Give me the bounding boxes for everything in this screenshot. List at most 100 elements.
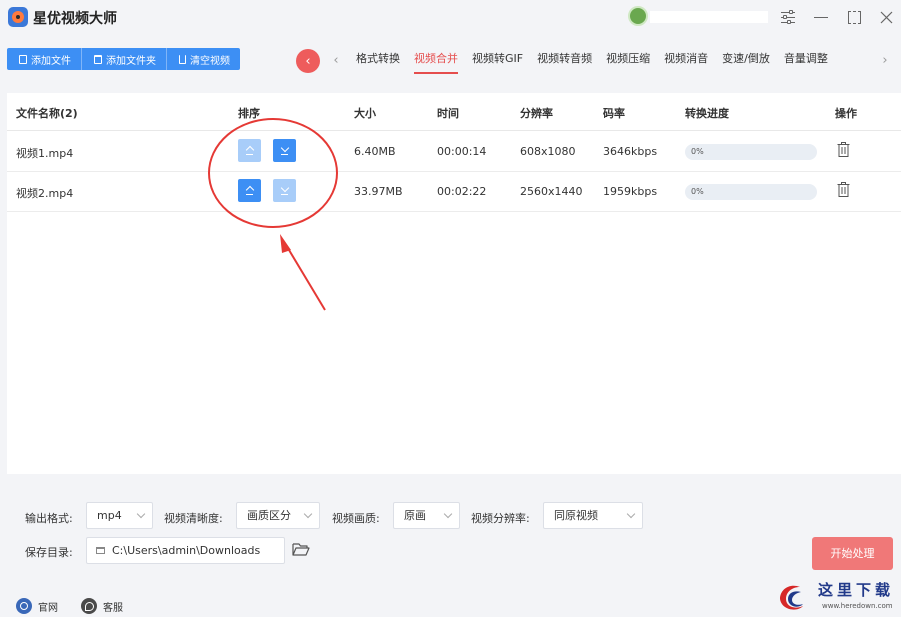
file-duration: 00:00:14 — [437, 145, 487, 158]
file-icon — [19, 54, 27, 64]
chevron-down-icon — [303, 509, 313, 519]
file-size: 33.97MB — [354, 185, 403, 198]
website-label: 官网 — [38, 602, 58, 614]
move-down-button[interactable] — [273, 179, 296, 202]
clarity-value: 画质区分 — [247, 509, 291, 522]
tab-video-to-audio[interactable]: 视频转音频 — [530, 44, 599, 76]
move-down-icon — [281, 186, 288, 195]
folder-icon — [96, 547, 105, 554]
header-actions: 操作 — [835, 107, 857, 120]
format-label: 输出格式: — [25, 512, 73, 525]
move-up-icon — [246, 186, 253, 195]
clarity-label: 视频清晰度: — [164, 512, 223, 525]
resolution-label: 视频分辨率: — [471, 512, 530, 525]
header-file-name: 文件名称(2) — [16, 107, 78, 120]
file-name: 视频2.mp4 — [16, 187, 74, 200]
website-icon — [16, 598, 32, 614]
format-select[interactable]: mp4 — [86, 502, 153, 529]
quality-value: 原画 — [404, 509, 426, 522]
progress-bar: 0% — [685, 144, 817, 160]
chevron-down-icon — [443, 509, 453, 519]
clear-videos-label: 清空视频 — [190, 55, 230, 67]
customer-service-link[interactable]: 客服 — [81, 598, 123, 614]
table-row[interactable]: 视频2.mp4 33.97MB 00:02:22 2560x1440 1959k… — [7, 172, 901, 212]
tab-next-arrow-icon[interactable]: › — [878, 51, 892, 69]
resolution-select[interactable]: 同原视频 — [543, 502, 643, 529]
app-logo-icon — [8, 7, 28, 27]
maximize-icon[interactable] — [842, 6, 866, 28]
website-link[interactable]: 官网 — [16, 598, 58, 614]
add-file-label: 添加文件 — [31, 55, 71, 67]
trash-icon — [179, 54, 186, 64]
header-resolution: 分辨率 — [520, 107, 553, 120]
table-header: 文件名称(2) 排序 大小 时间 分辨率 码率 转换进度 操作 — [7, 93, 901, 131]
clear-videos-button[interactable]: 清空视频 — [167, 48, 240, 70]
add-folder-label: 添加文件夹 — [106, 55, 156, 67]
title-bar: 星优视频大师 — [0, 0, 901, 36]
progress-bar: 0% — [685, 184, 817, 200]
save-dir-label: 保存目录: — [25, 546, 73, 559]
chevron-down-icon — [136, 509, 146, 519]
add-file-button[interactable]: 添加文件 — [7, 48, 82, 70]
user-name-area[interactable] — [650, 11, 768, 23]
save-path-value: C:\Users\admin\Downloads — [112, 544, 261, 557]
add-folder-button[interactable]: 添加文件夹 — [82, 48, 167, 70]
quality-label: 视频画质: — [332, 512, 380, 525]
chevron-down-icon — [626, 509, 636, 519]
clarity-select[interactable]: 画质区分 — [236, 502, 320, 529]
format-value: mp4 — [97, 509, 122, 522]
save-path-input[interactable]: C:\Users\admin\Downloads — [86, 537, 285, 564]
chat-icon — [81, 598, 97, 614]
move-down-icon — [281, 146, 288, 155]
tab-video-to-gif[interactable]: 视频转GIF — [465, 44, 530, 76]
header-bitrate: 码率 — [603, 107, 625, 120]
tab-video-compress[interactable]: 视频压缩 — [599, 44, 657, 76]
file-name: 视频1.mp4 — [16, 147, 74, 160]
close-icon[interactable] — [874, 6, 898, 28]
move-up-icon — [246, 146, 253, 155]
output-settings: 输出格式: mp4 视频清晰度: 画质区分 视频画质: 原画 视频分辨率: 同原… — [0, 486, 901, 586]
tab-prev-arrow-icon[interactable]: ‹ — [330, 51, 342, 69]
watermark-text: 这里下载 — [818, 581, 895, 599]
status-bar: 官网 客服 — [0, 594, 901, 617]
file-table: 文件名称(2) 排序 大小 时间 分辨率 码率 转换进度 操作 视频1.mp4 … — [7, 93, 901, 474]
move-down-button[interactable] — [273, 139, 296, 162]
folder-icon — [94, 54, 102, 64]
tab-speed-reverse[interactable]: 变速/倒放 — [715, 44, 777, 76]
collapse-arrow-icon[interactable]: ‹ — [296, 49, 320, 73]
file-bitrate: 3646kbps — [603, 145, 658, 158]
settings-icon[interactable] — [776, 6, 800, 28]
tab-video-mute[interactable]: 视频消音 — [657, 44, 715, 76]
tab-video-merge[interactable]: 视频合并 — [407, 44, 465, 76]
header-duration: 时间 — [437, 107, 459, 120]
function-tabs: 格式转换 视频合并 视频转GIF 视频转音频 视频压缩 视频消音 变速/倒放 音… — [349, 44, 835, 76]
watermark-url: www.heredown.com — [822, 602, 893, 610]
table-row[interactable]: 视频1.mp4 6.40MB 00:00:14 608x1080 3646kbp… — [7, 132, 901, 172]
open-folder-icon[interactable] — [292, 542, 310, 557]
file-toolbar: 添加文件 添加文件夹 清空视频 — [7, 48, 240, 70]
delete-icon[interactable] — [837, 182, 850, 197]
header-sort: 排序 — [238, 107, 260, 120]
header-size: 大小 — [354, 107, 376, 120]
watermark-logo-icon — [780, 585, 803, 610]
move-up-button[interactable] — [238, 179, 261, 202]
file-size: 6.40MB — [354, 145, 396, 158]
file-resolution: 608x1080 — [520, 145, 576, 158]
progress-text: 0% — [691, 187, 704, 196]
minimize-icon[interactable] — [809, 6, 833, 28]
progress-text: 0% — [691, 147, 704, 156]
quality-select[interactable]: 原画 — [393, 502, 460, 529]
file-resolution: 2560x1440 — [520, 185, 583, 198]
delete-icon[interactable] — [837, 142, 850, 157]
move-up-button[interactable] — [238, 139, 261, 162]
tab-volume-adjust[interactable]: 音量调整 — [777, 44, 835, 76]
service-label: 客服 — [103, 602, 123, 614]
app-title: 星优视频大师 — [33, 11, 117, 27]
user-avatar[interactable] — [628, 6, 648, 26]
start-processing-button[interactable]: 开始处理 — [812, 537, 893, 570]
file-duration: 00:02:22 — [437, 185, 487, 198]
resolution-value: 同原视频 — [554, 509, 598, 522]
file-bitrate: 1959kbps — [603, 185, 658, 198]
tab-format-convert[interactable]: 格式转换 — [349, 44, 407, 76]
header-progress: 转换进度 — [685, 107, 729, 120]
